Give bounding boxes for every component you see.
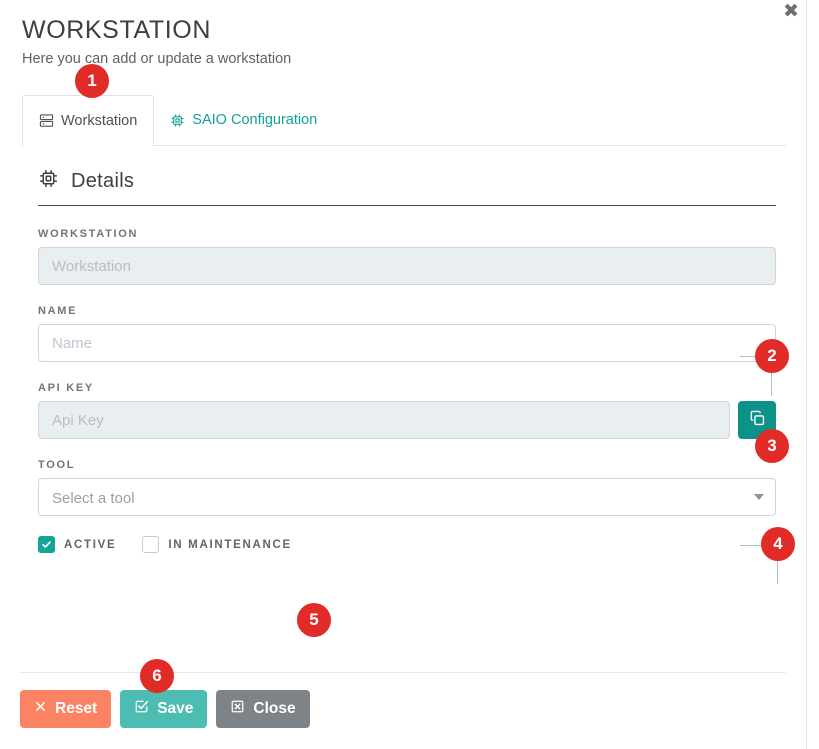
field-api-key: API KEY (38, 382, 776, 439)
checkbox-in-maintenance-label: IN MAINTENANCE (168, 538, 292, 551)
x-square-icon (230, 699, 245, 719)
details-title: Details (71, 169, 135, 192)
checkbox-in-maintenance[interactable]: IN MAINTENANCE (142, 536, 291, 553)
tab-saio-configuration[interactable]: SAIO Configuration (154, 95, 333, 145)
page-title: WORKSTATION (22, 16, 211, 44)
annotation-badge-4: 4 (761, 527, 795, 561)
modal-header: WORKSTATION Here you can add or update a… (22, 16, 291, 67)
panel-right-divider (806, 0, 807, 749)
check-square-icon (134, 699, 149, 719)
annotation-badge-2: 2 (755, 339, 789, 373)
reset-button-label: Reset (55, 700, 98, 717)
annotation-leader-2b (771, 370, 772, 396)
tool-label: TOOL (38, 459, 76, 471)
details-section-header: Details (38, 168, 776, 206)
cpu-chip-icon (170, 113, 185, 128)
annotation-badge-3: 3 (755, 429, 789, 463)
tab-workstation-label: Workstation (61, 112, 138, 129)
workstation-modal: ✖ WORKSTATION Here you can add or update… (0, 0, 819, 749)
cpu-chip-icon (38, 168, 59, 194)
close-button-label: Close (253, 700, 296, 717)
tab-strip: Workstation SAIO Configuration (22, 95, 786, 146)
close-button[interactable]: Close (216, 690, 310, 728)
copy-icon (749, 410, 766, 430)
field-workstation: WORKSTATION (38, 228, 776, 285)
footer-actions: Reset Save Close (20, 690, 310, 728)
annotation-leader-4b (777, 558, 778, 584)
status-checkbox-row: ACTIVE IN MAINTENANCE (38, 536, 776, 553)
save-button-label: Save (157, 700, 194, 717)
tool-select-wrapper: Select a tool (38, 478, 776, 516)
reset-button[interactable]: Reset (20, 690, 112, 728)
name-label: NAME (38, 305, 78, 317)
field-name: NAME (38, 305, 776, 362)
tool-select[interactable]: Select a tool (38, 478, 776, 516)
annotation-badge-6: 6 (140, 659, 174, 693)
details-section: Details (38, 168, 776, 206)
page-subtitle: Here you can add or update a workstation (22, 51, 292, 67)
save-button[interactable]: Save (120, 690, 208, 728)
workstation-input[interactable] (38, 247, 776, 285)
tab-workstation[interactable]: Workstation (22, 95, 155, 146)
checkbox-active-label: ACTIVE (64, 538, 117, 551)
checkbox-active[interactable]: ACTIVE (38, 536, 116, 553)
server-icon (39, 113, 54, 128)
checkbox-in-maintenance-box[interactable] (142, 536, 160, 553)
checkbox-active-box[interactable] (38, 536, 55, 553)
name-input[interactable] (38, 324, 776, 362)
tool-select-value: Select a tool (52, 489, 135, 507)
footer-divider (20, 672, 786, 673)
workstation-label: WORKSTATION (38, 228, 139, 240)
tab-saio-configuration-label: SAIO Configuration (192, 112, 318, 128)
field-tool: TOOL Select a tool (38, 459, 776, 516)
api-key-input[interactable] (38, 401, 730, 439)
api-key-label: API KEY (38, 382, 94, 394)
api-key-row (38, 401, 776, 439)
close-x-icon[interactable]: ✖ (783, 2, 799, 21)
x-icon (34, 700, 47, 718)
annotation-badge-1: 1 (75, 64, 109, 98)
workstation-form: WORKSTATION NAME API KEY (38, 228, 776, 553)
annotation-badge-5: 5 (297, 603, 331, 637)
